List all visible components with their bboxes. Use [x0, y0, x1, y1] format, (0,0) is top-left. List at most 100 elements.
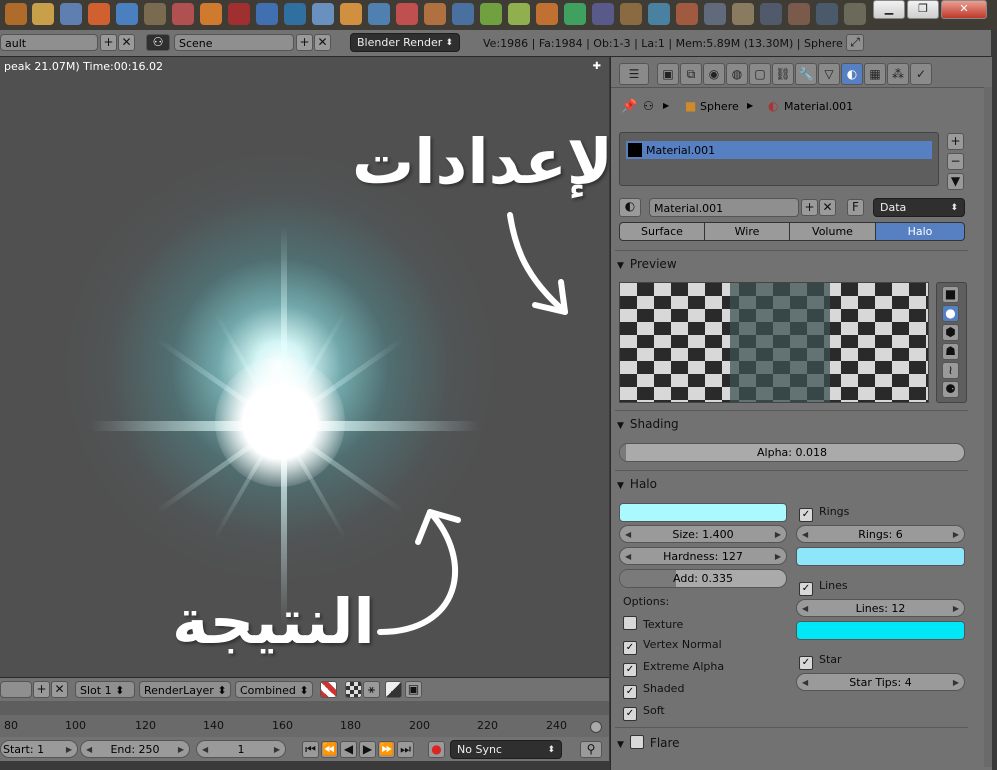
play-icon[interactable]: ▶ [359, 741, 376, 758]
halo-size-field[interactable]: ◀ Size: 1.400 ▶ [619, 525, 787, 543]
taskbar-app-icon[interactable] [760, 3, 782, 25]
option-texture[interactable]: Texture [623, 616, 683, 631]
checker-alpha-icon[interactable] [345, 681, 362, 698]
type-wire[interactable]: Wire [704, 222, 790, 241]
slot-dropdown[interactable]: Slot 1 ⬍ [75, 681, 135, 698]
display-channels-icon[interactable]: ▣ [405, 681, 422, 698]
rings-count-field[interactable]: ◀ Rings: 6 ▶ [796, 525, 965, 543]
end-frame-field[interactable]: ◀ End: 250 ▶ [80, 740, 190, 758]
halo-panel-header[interactable]: ▼ Halo [617, 477, 657, 491]
taskbar-app-icon[interactable] [648, 3, 670, 25]
slot-menu-icon[interactable]: ▼ [947, 173, 964, 190]
taskbar-app-icon[interactable] [508, 3, 530, 25]
unlink-material-icon[interactable]: ✕ [819, 199, 836, 216]
taskbar-app-icon[interactable] [452, 3, 474, 25]
halo-add-slider[interactable]: Add: 0.335 [619, 569, 787, 588]
scene-icon[interactable]: ⚇ [146, 34, 170, 51]
remove-slot-icon[interactable]: − [947, 153, 964, 170]
scene-field[interactable]: Scene [174, 34, 294, 51]
fullscreen-icon[interactable]: ⤢ [846, 34, 864, 51]
material-slot-row[interactable]: Material.001 [626, 141, 932, 159]
taskbar-app-icon[interactable] [816, 3, 838, 25]
timeline-ruler[interactable]: 80 100 120 140 160 180 200 220 240 [0, 701, 609, 737]
lines-count-field[interactable]: ◀ Lines: 12 ▶ [796, 599, 965, 617]
taskbar-app-icon[interactable] [32, 3, 54, 25]
taskbar-app-icon[interactable] [5, 3, 27, 25]
option-extreme-alpha[interactable]: ✓ Extreme Alpha [623, 660, 724, 677]
constraints-tab-icon[interactable]: ⛓ [772, 63, 794, 85]
rings-color-swatch[interactable] [796, 547, 965, 566]
taskbar-app-icon[interactable] [788, 3, 810, 25]
taskbar-app-icon[interactable] [228, 3, 250, 25]
material-slot-list[interactable]: Material.001 [619, 132, 939, 186]
fake-user-icon[interactable]: F [847, 199, 864, 216]
minimize-button[interactable]: ▁ [873, 0, 905, 19]
taskbar-app-icon[interactable] [144, 3, 166, 25]
region-expand-icon[interactable]: ✚ [593, 61, 601, 72]
record-icon[interactable]: ● [428, 741, 445, 758]
remove-scene-icon[interactable]: ✕ [314, 34, 331, 51]
image-name-field[interactable] [0, 681, 32, 698]
data-tab-icon[interactable]: ▽ [818, 63, 840, 85]
taskbar-app-icon[interactable] [676, 3, 698, 25]
taskbar-app-icon[interactable] [172, 3, 194, 25]
unlink-image-icon[interactable]: ✕ [51, 681, 68, 698]
type-halo[interactable]: Halo [875, 222, 965, 241]
maximize-button[interactable]: ❐ [907, 0, 939, 19]
material-browse-icon[interactable]: ◐ [619, 198, 641, 217]
shading-panel-header[interactable]: ▼ Shading [617, 417, 679, 431]
new-material-icon[interactable]: + [801, 199, 818, 216]
material-name-field[interactable]: Material.001 [649, 198, 799, 217]
star-toggle[interactable]: ✓ Star [799, 653, 842, 670]
start-frame-field[interactable]: Start: 1 ▶ [0, 740, 78, 758]
jump-start-icon[interactable]: ⏮ [302, 741, 319, 758]
modifiers-tab-icon[interactable]: 🔧 [795, 63, 817, 85]
type-surface[interactable]: Surface [619, 222, 705, 241]
taskbar-app-icon[interactable] [312, 3, 334, 25]
star-tips-field[interactable]: ◀ Star Tips: 4 ▶ [796, 673, 965, 691]
option-shaded[interactable]: ✓ Shaded [623, 682, 684, 699]
taskbar-app-icon[interactable] [116, 3, 138, 25]
physics-tab-icon[interactable]: ✓ [910, 63, 932, 85]
material-tab-icon[interactable]: ◐ [841, 63, 863, 85]
new-image-icon[interactable]: + [33, 681, 50, 698]
flare-panel-header[interactable]: ▼ Flare [617, 735, 680, 750]
timeline-scroll-handle[interactable] [590, 721, 602, 733]
render-tab-icon[interactable]: ▣ [657, 63, 679, 85]
taskbar-app-icon[interactable] [620, 3, 642, 25]
jump-keyframe-forward-icon[interactable]: ⏩ [378, 741, 395, 758]
render-engine-dropdown[interactable]: Blender Render ⬍ [350, 33, 460, 52]
halo-hardness-field[interactable]: ◀ Hardness: 127 ▶ [619, 547, 787, 565]
preview-sphere-icon[interactable]: ● [942, 305, 959, 322]
taskbar-app-icon[interactable] [200, 3, 222, 25]
render-pass-dropdown[interactable]: Combined ⬍ [235, 681, 313, 698]
taskbar-app-icon[interactable] [60, 3, 82, 25]
editor-type-icon[interactable]: ☰ [619, 63, 649, 85]
taskbar-app-icon[interactable] [284, 3, 306, 25]
properties-scrollbar[interactable] [984, 87, 992, 767]
sync-dropdown[interactable]: No Sync ⬍ [450, 740, 562, 759]
render-layers-tab-icon[interactable]: ⧉ [680, 63, 702, 85]
scene-tab-icon[interactable]: ◉ [703, 63, 725, 85]
lines-color-swatch[interactable] [796, 621, 965, 640]
add-slot-icon[interactable]: + [947, 133, 964, 150]
preview-monkey-icon[interactable]: ☗ [942, 343, 959, 360]
close-button[interactable]: ✕ [941, 0, 987, 19]
taskbar-app-icon[interactable] [844, 3, 866, 25]
lines-toggle[interactable]: ✓ Lines [799, 579, 848, 596]
alpha-icon[interactable]: ⚹ [363, 681, 380, 698]
preview-sky-icon[interactable]: ⚈ [942, 381, 959, 398]
render-layer-dropdown[interactable]: RenderLayer ⬍ [139, 681, 231, 698]
taskbar-app-icon[interactable] [564, 3, 586, 25]
taskbar-app-icon[interactable] [256, 3, 278, 25]
keying-icon[interactable]: ⚲ [580, 741, 602, 758]
rings-toggle[interactable]: ✓ Rings [799, 505, 849, 522]
jump-end-icon[interactable]: ⏭ [397, 741, 414, 758]
preview-cube-icon[interactable]: ⬢ [942, 324, 959, 341]
type-volume[interactable]: Volume [789, 222, 876, 241]
object-tab-icon[interactable]: ▢ [749, 63, 771, 85]
current-frame-field[interactable]: ◀ 1 ▶ [196, 740, 286, 758]
taskbar-app-icon[interactable] [536, 3, 558, 25]
render-viewport[interactable]: peak 21.07M) Time:00:16.02 ✚ الإعدادات ا… [0, 57, 609, 677]
draw-mode-icon[interactable] [320, 681, 337, 698]
